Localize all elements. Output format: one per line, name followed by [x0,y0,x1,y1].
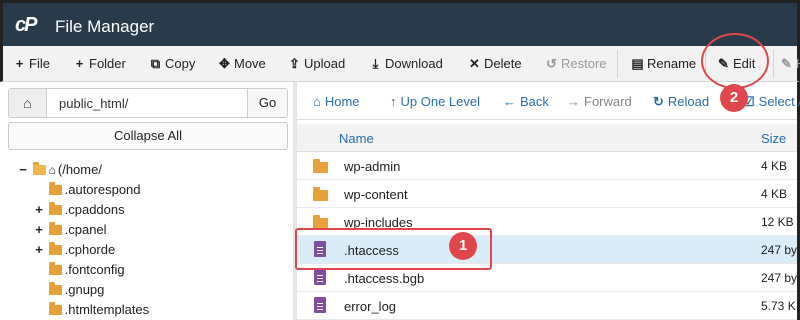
new-folder-button[interactable]: + Folder [73,56,126,71]
collapse-all-button[interactable]: Collapse All [8,122,288,150]
app-title: File Manager [55,17,155,36]
reload-button[interactable]: ↻ Reload [653,94,709,110]
home-directory-button[interactable]: ⌂ [9,89,47,117]
level-up-icon: ↑ [390,94,397,109]
select-all-button[interactable]: ☑Select All [743,94,800,110]
directory-panel: ⌂ Go Collapse All − ⌂(/home/ .autorespon… [3,82,291,320]
tree-item-cphorde[interactable]: + .cphorde [33,240,115,260]
table-header: Name Size [297,124,797,152]
tree-item-fontconfig[interactable]: .fontconfig [33,260,125,280]
tree-item-gnupg[interactable]: .gnupg [33,280,104,300]
arrow-left-icon: ← [503,94,516,109]
tree-item-autorespond[interactable]: .autorespond [33,180,141,200]
restore-button[interactable]: ↺ Restore [545,56,606,72]
upload-icon: ⇪ [289,56,300,71]
folder-icon [48,302,62,315]
step-2-highlight [701,33,769,89]
move-icon: ✥ [219,56,230,71]
table-row[interactable]: error_log 5.73 K [297,292,797,320]
step-1-badge: 1 [449,232,477,260]
download-icon: ⤓ [372,56,379,71]
forward-button[interactable]: → Forward [567,94,632,109]
rename-button[interactable]: ▤ Rename [631,56,696,72]
text-file-icon [314,269,326,285]
pencil-icon: ✎ [781,56,792,71]
name-column-header[interactable]: Name [339,131,374,146]
toolbar-divider [773,50,774,78]
upload-button[interactable]: ⇪ Upload [288,56,345,72]
path-bar: ⌂ Go [8,88,288,118]
plus-icon: + [15,56,24,71]
folder-icon [48,242,62,255]
folder-icon [48,282,62,295]
file-list-panel: ⌂ Home ↑ Up One Level ← Back → Forward ↻ Relo… [297,82,800,320]
home-icon: ⌂ [313,94,321,109]
copy-button[interactable]: ⧉ Copy [149,56,196,72]
step-2-badge: 2 [720,84,748,112]
cpanel-logo: cP [15,14,38,36]
expand-toggle[interactable]: + [33,240,45,260]
folder-open-icon [32,162,46,175]
restore-icon: ↺ [546,56,557,71]
table-row[interactable]: wp-content 4 KB [297,180,797,208]
download-button[interactable]: ⤓ Download [369,56,443,72]
plus-icon: + [75,56,84,71]
folder-icon [48,202,62,215]
folder-icon [313,159,328,173]
folder-icon [48,262,62,275]
title-bar: cP File Manager [0,0,800,46]
delete-icon: ✕ [469,56,480,71]
toolbar-divider [617,50,618,78]
home-button[interactable]: ⌂ Home [313,94,360,109]
text-file-icon [314,297,326,313]
copy-icon: ⧉ [150,56,161,71]
arrow-right-icon: → [567,94,580,109]
tree-item-cpaddons[interactable]: + .cpaddons [33,200,125,220]
back-button[interactable]: ← Back [503,94,549,109]
path-input[interactable] [53,89,243,117]
home-icon: ⌂ [23,95,32,111]
tree-item-htmltemplates[interactable]: .htmltemplates [33,300,149,320]
refresh-icon: ↻ [653,94,664,109]
size-column-header[interactable]: Size [761,131,786,146]
tree-item-home[interactable]: − ⌂ (/home/ [17,160,102,180]
collapse-toggle[interactable]: − [17,160,29,180]
go-button[interactable]: Go [247,89,287,117]
delete-button[interactable]: ✕ Delete [468,56,522,72]
up-one-level-button[interactable]: ↑ Up One Level [390,94,480,109]
home-icon: ⌂ [48,163,56,177]
folder-icon [313,187,328,201]
folder-icon [48,222,62,235]
html-editor-button[interactable]: ✎H [780,56,800,72]
move-button[interactable]: ✥ Move [218,56,266,72]
toolbar: + File + Folder ⧉ Copy ✥ Move ⇪ Upload ⤓ Downl… [0,46,800,82]
expand-toggle[interactable]: + [33,200,45,220]
new-file-button[interactable]: + File [13,56,50,71]
folder-icon [48,182,62,195]
table-row[interactable]: wp-admin 4 KB [297,152,797,180]
expand-toggle[interactable]: + [33,220,45,240]
file-icon: ▤ [631,56,644,71]
tree-item-cpanel[interactable]: + .cpanel [33,220,107,240]
